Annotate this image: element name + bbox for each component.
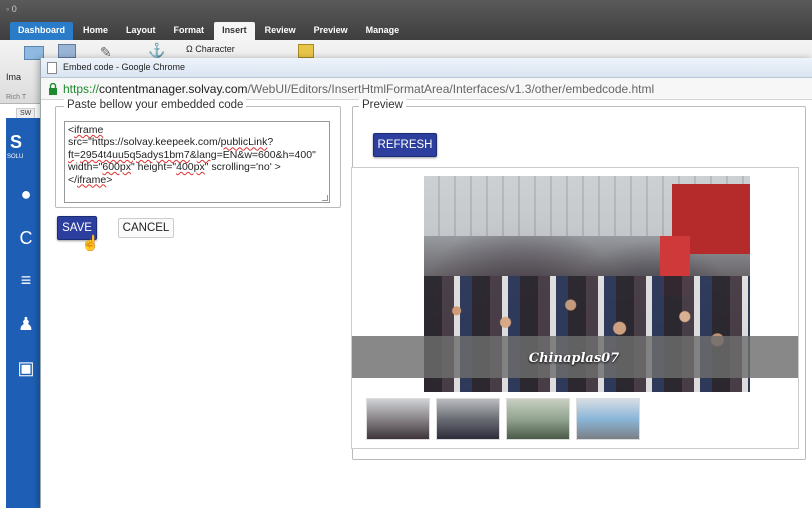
thumbnail-strip	[366, 398, 640, 440]
code-fieldset: Paste bellow your embedded code <iframe s…	[55, 99, 341, 208]
refresh-button[interactable]: REFRESH	[373, 133, 437, 157]
code-part: lang	[196, 148, 217, 161]
tab-dashboard[interactable]: Dashboard	[10, 22, 74, 40]
code-legend: Paste bellow your embedded code	[64, 99, 247, 111]
person-icon[interactable]: ♟	[16, 314, 36, 334]
menu-icon[interactable]: ≡	[16, 270, 36, 290]
preview-fieldset: Preview REFRESH Chinaplas07	[351, 99, 806, 460]
tab-preview[interactable]: Preview	[306, 22, 356, 40]
address-bar[interactable]: https://contentmanager.solvay.com/WebUI/…	[41, 78, 812, 100]
thumbnail[interactable]	[366, 398, 430, 440]
window-title: Embed code - Google Chrome	[63, 62, 186, 72]
resize-grip-icon[interactable]	[322, 195, 328, 201]
code-part: 2954t4uu5q5adys1bm7	[79, 148, 190, 161]
url-scheme: https://	[63, 82, 100, 96]
code-part: " height="	[130, 161, 177, 174]
layout-icon[interactable]: ▣	[16, 358, 36, 378]
code-part: ?	[267, 136, 274, 149]
tab-review[interactable]: Review	[257, 22, 304, 40]
refresh-icon[interactable]: C	[16, 228, 36, 248]
ribbon-tab-bar: Dashboard Home Layout Format Insert Revi…	[10, 22, 407, 40]
embed-code-window: Embed code - Google Chrome https://conte…	[40, 58, 812, 508]
code-part: " scrolling='no' >	[204, 161, 281, 174]
code-part: publicLink	[220, 136, 268, 149]
code-part: 400px	[176, 161, 205, 174]
brand-logo: S	[10, 132, 23, 152]
preview-legend: Preview	[359, 99, 406, 111]
left-sidebar: S SOLU ● C ≡ ♟ ▣	[6, 118, 44, 508]
thumbnail[interactable]	[436, 398, 500, 440]
hand-cursor-icon: ☝	[81, 235, 100, 252]
code-part: 600px	[102, 161, 131, 174]
thumbnail[interactable]	[506, 398, 570, 440]
window-titlebar[interactable]: Embed code - Google Chrome	[41, 58, 812, 78]
url-host: contentmanager.solvay.com	[99, 82, 248, 96]
brand-logo-sub: SOLU	[7, 154, 24, 160]
thumbnail[interactable]	[576, 398, 640, 440]
folder-icon[interactable]	[298, 44, 314, 58]
tab-layout[interactable]: Layout	[118, 22, 164, 40]
tab-insert[interactable]: Insert	[214, 22, 255, 40]
app-ribbon-header: ◦ 0 Dashboard Home Layout Format Insert …	[0, 0, 812, 40]
anchor-icon[interactable]: ⚓	[148, 42, 165, 59]
tab-home[interactable]: Home	[75, 22, 116, 40]
embed-code-textarea[interactable]: <iframe src="https://solvay.keepeek.com/p…	[64, 121, 330, 203]
cancel-button[interactable]: CANCEL	[118, 218, 174, 238]
user-icon[interactable]: ●	[16, 184, 36, 204]
code-part: iframe	[74, 124, 104, 136]
quick-access-icon[interactable]: ◦ 0	[6, 4, 17, 14]
url-text[interactable]: https://contentmanager.solvay.com/WebUI/…	[63, 82, 654, 96]
tab-manage[interactable]: Manage	[358, 22, 408, 40]
code-part: </	[68, 173, 78, 186]
code-part: iframe	[77, 173, 107, 186]
page-icon	[47, 62, 57, 74]
ribbon-group-label: Rich T	[6, 94, 27, 101]
photo-caption: Chinaplas07	[528, 351, 620, 366]
lock-icon	[49, 83, 57, 95]
url-path: /WebUI/Editors/InsertHtmlFormatArea/Inte…	[247, 82, 655, 96]
tab-format[interactable]: Format	[166, 22, 213, 40]
image-button-label[interactable]: Ima	[6, 72, 21, 82]
code-part: &	[189, 148, 197, 161]
character-button[interactable]: Ω Character	[186, 44, 235, 54]
code-part: src="https://solvay.keepeek.com/	[68, 136, 221, 149]
table-icon[interactable]	[58, 44, 76, 58]
embedded-iframe[interactable]: Chinaplas07	[351, 167, 799, 449]
code-part: >	[106, 173, 113, 186]
